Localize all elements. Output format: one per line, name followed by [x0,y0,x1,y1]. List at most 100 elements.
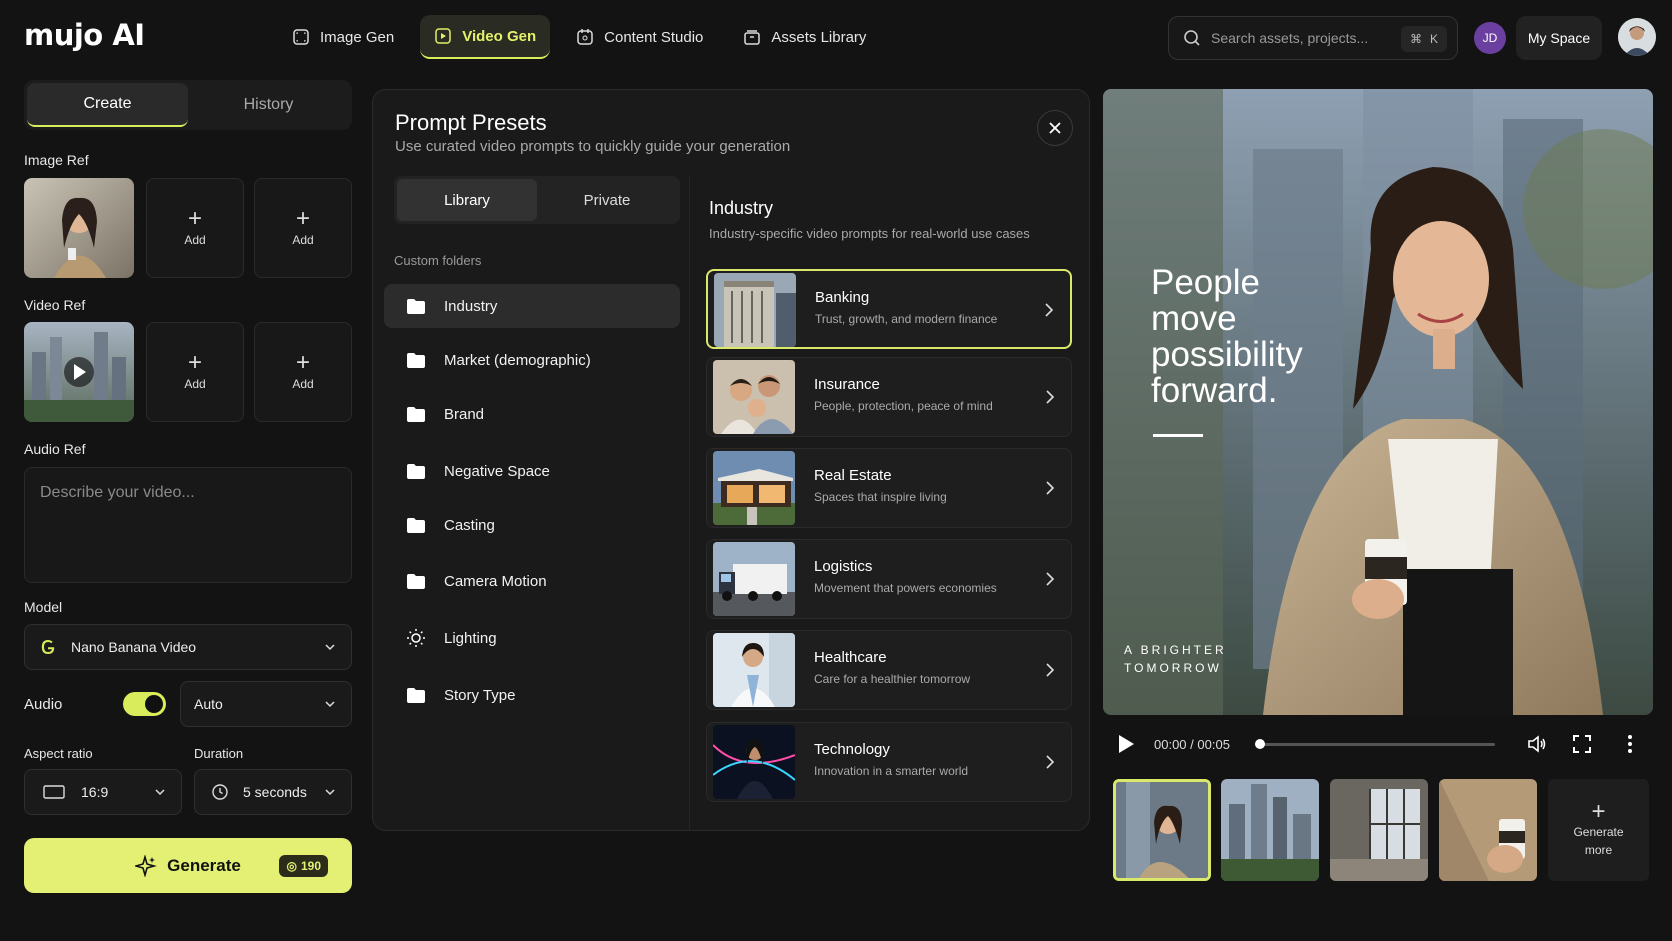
headline-line: possibility [1151,335,1303,374]
preset-card-insurance[interactable]: Insurance People, protection, peace of m… [706,357,1072,437]
generate-more-label: Generate [1573,825,1624,839]
chevron-right-icon [1046,755,1055,769]
preset-card-banking[interactable]: Banking Trust, growth, and modern financ… [706,269,1072,349]
folder-camera-motion[interactable]: Camera Motion [384,559,680,603]
variation-thumbnail-3[interactable] [1330,779,1428,881]
video-preview[interactable]: People move possibility forward. A BRIGH… [1103,89,1653,715]
prompt-textarea[interactable]: Describe your video... [24,467,352,583]
variation-thumbnail-2[interactable] [1221,779,1319,881]
tab-create[interactable]: Create [27,83,188,127]
plus-icon: + [295,349,310,376]
nav-content-studio[interactable]: Content Studio [562,15,717,59]
plus-icon: + [187,349,202,376]
folder-brand[interactable]: Brand [384,392,680,436]
card-desc: Trust, growth, and modern finance [815,312,998,326]
folder-negative-space[interactable]: Negative Space [384,449,680,493]
custom-folders-label: Custom folders [394,253,482,268]
add-label: Add [184,377,206,391]
headline-underline [1153,434,1203,437]
volume-icon[interactable] [1527,734,1547,754]
user-photo-avatar[interactable] [1618,18,1656,56]
audio-mode-select[interactable]: Auto [180,681,352,727]
audio-toggle[interactable] [123,692,166,716]
folder-label: Lighting [444,629,497,647]
audio-mode-value: Auto [194,696,223,712]
search-bar[interactable]: Search assets, projects... ⌘ K [1168,16,1458,60]
folder-icon [407,463,425,479]
generate-label: Generate [167,855,241,875]
duration-select[interactable]: 5 seconds [194,769,352,815]
credits-value: 190 [300,859,321,873]
video-ref-thumbnail[interactable] [24,322,134,422]
prompt-presets-modal: Prompt Presets Use curated video prompts… [372,89,1090,831]
healthcare-thumbnail [713,633,795,707]
folder-label: Market (demographic) [444,351,591,369]
nav-image-gen[interactable]: Image Gen [278,15,408,59]
preset-card-logistics[interactable]: Logistics Movement that powers economies [706,539,1072,619]
google-icon [41,640,55,654]
folder-story-type[interactable]: Story Type [384,673,680,717]
main-nav: Image Gen Video Gen Content Studio Asset… [278,15,880,59]
variation-thumbnail-1[interactable] [1113,779,1211,881]
preview-tagline: A BRIGHTER TOMORROW [1124,641,1244,677]
toggle-knob [145,695,163,713]
folder-casting[interactable]: Casting [384,503,680,547]
model-value: Nano Banana Video [71,639,197,655]
nav-video-gen[interactable]: Video Gen [420,15,551,59]
plus-icon: + [1591,798,1606,825]
generate-button[interactable]: Generate ◎ 190 [24,838,352,893]
insurance-thumbnail [713,360,795,434]
generate-more-button[interactable]: + Generate more [1548,779,1649,881]
preset-card-healthcare[interactable]: Healthcare Care for a healthier tomorrow [706,630,1072,710]
chevron-right-icon [1045,303,1054,317]
avatar[interactable]: JD [1474,22,1506,54]
aspect-ratio-select[interactable]: 16:9 [24,769,182,815]
card-title: Technology [814,741,890,758]
video-icon [435,28,451,44]
close-button[interactable] [1037,110,1073,146]
folder-label: Camera Motion [444,572,547,590]
card-desc: Innovation in a smarter world [814,764,969,778]
add-video-ref-button[interactable]: + Add [146,322,244,422]
fullscreen-icon[interactable] [1573,735,1591,753]
tab-history[interactable]: History [188,83,349,127]
preset-card-real-estate[interactable]: Real Estate Spaces that inspire living [706,448,1072,528]
library-icon [744,30,761,45]
logistics-thumbnail [713,542,795,616]
time-display: 00:00 / 00:05 [1154,737,1230,752]
folder-icon [407,352,425,368]
tab-library[interactable]: Library [397,179,537,221]
folder-lighting[interactable]: Lighting [384,616,680,660]
folder-industry[interactable]: Industry [384,284,680,328]
audio-label: Audio [24,696,63,713]
tab-private[interactable]: Private [537,179,677,221]
folder-label: Casting [444,516,495,534]
more-options-icon[interactable] [1627,734,1633,754]
chevron-right-icon [1046,572,1055,586]
nav-assets-library[interactable]: Assets Library [729,15,880,59]
chevron-down-icon [325,701,335,708]
image-icon [293,29,309,45]
time-total: 00:05 [1197,737,1230,752]
card-desc: Spaces that inspire living [814,490,947,504]
seek-bar[interactable] [1255,743,1495,746]
add-label: Add [184,233,206,247]
seek-handle[interactable] [1255,739,1265,749]
app-logo[interactable]: mujo AI [24,18,145,52]
preset-card-technology[interactable]: Technology Innovation in a smarter world [706,722,1072,802]
image-ref-thumbnail[interactable] [24,178,134,278]
folder-label: Story Type [444,686,516,704]
play-icon[interactable] [1117,734,1135,754]
my-space-button[interactable]: My Space [1516,16,1602,60]
add-image-ref-button[interactable]: + Add [146,178,244,278]
add-image-ref-button-2[interactable]: + Add [254,178,352,278]
model-select[interactable]: Nano Banana Video [24,624,352,670]
card-title: Insurance [814,376,880,393]
variation-thumbnail-4[interactable] [1439,779,1537,881]
credits-badge: ◎ 190 [279,855,328,877]
folder-market[interactable]: Market (demographic) [384,338,680,382]
time-current: 00:00 [1154,737,1187,752]
category-subtitle: Industry-specific video prompts for real… [709,226,1030,241]
add-video-ref-button-2[interactable]: + Add [254,322,352,422]
modal-subtitle: Use curated video prompts to quickly gui… [395,138,791,155]
